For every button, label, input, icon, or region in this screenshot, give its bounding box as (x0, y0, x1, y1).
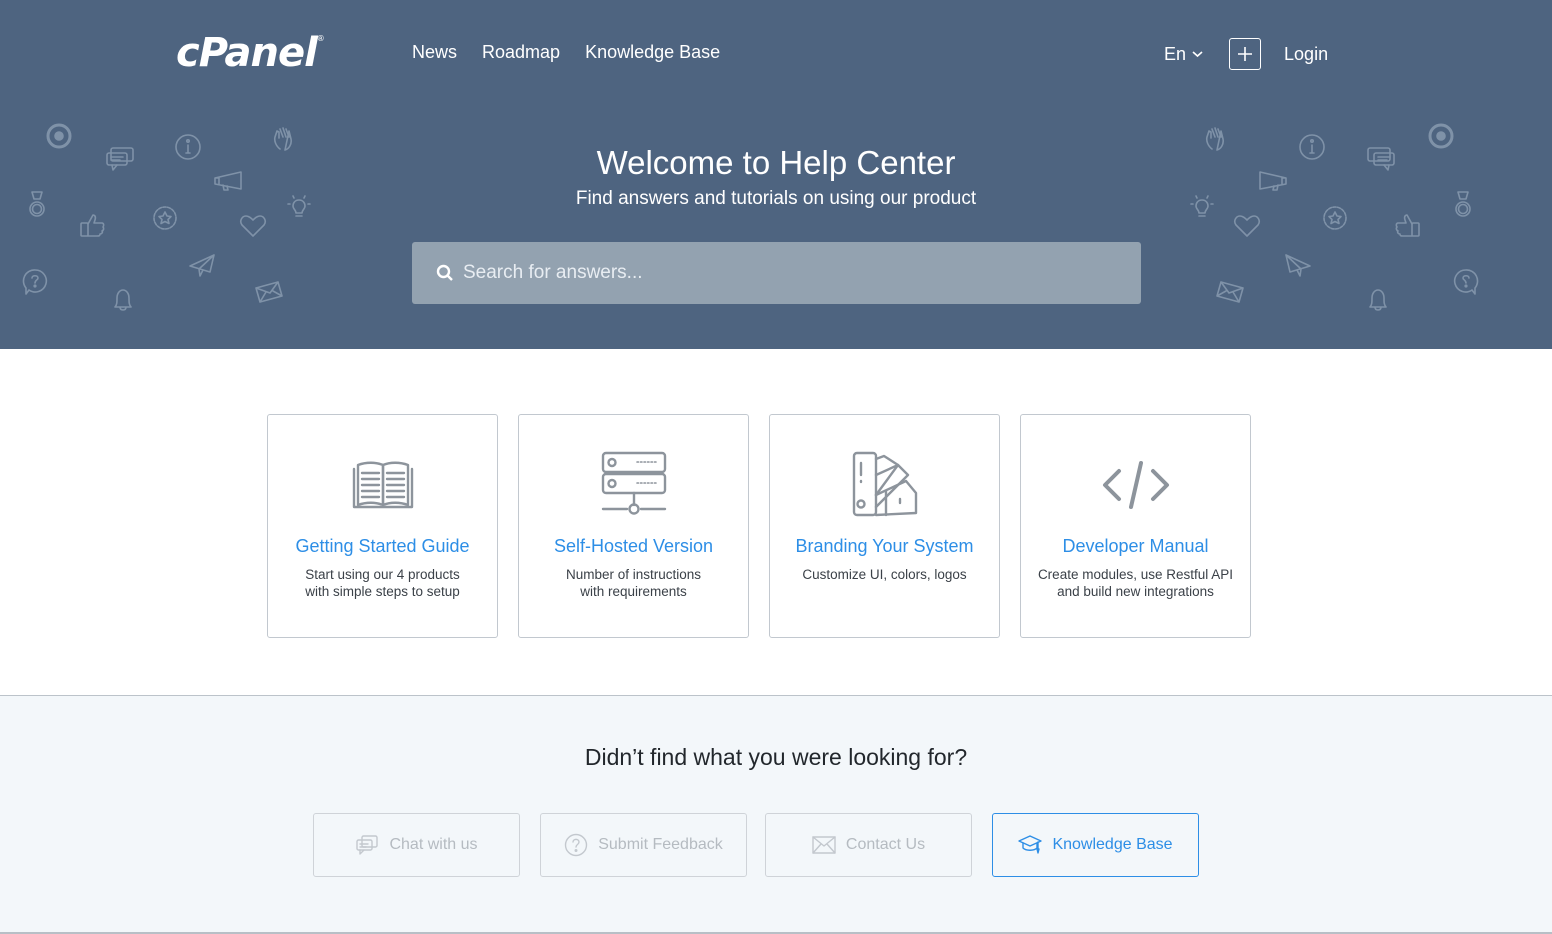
paper-plane-icon (1285, 254, 1311, 277)
question-bubble-icon (22, 269, 48, 295)
card-developer-manual[interactable]: Developer Manual Create modules, use Res… (1020, 414, 1251, 638)
add-button[interactable] (1229, 38, 1262, 70)
plus-icon (1238, 47, 1253, 61)
login-link[interactable]: Login (1284, 44, 1328, 65)
question-circle-icon (565, 833, 588, 857)
server-icon (601, 451, 666, 515)
chevron-down-icon (1192, 51, 1203, 58)
chat-bubbles-icon (356, 835, 379, 855)
card-description: Start using our 4 products with simple st… (305, 567, 460, 599)
contact-us-button[interactable]: Contact Us (765, 813, 972, 877)
card-description: Create modules, use Restful API and build… (1037, 567, 1234, 599)
nav-roadmap[interactable]: Roadmap (482, 42, 560, 63)
graduation-cap-icon (1018, 835, 1043, 854)
code-icon (1102, 461, 1169, 509)
language-selector[interactable]: En (1164, 44, 1203, 65)
card-title: Developer Manual (1062, 536, 1209, 556)
search-bar (412, 242, 1141, 304)
card-description: Number of instructions with requirements (565, 567, 702, 599)
nav-news[interactable]: News (412, 42, 457, 63)
bell-icon (114, 289, 132, 311)
heart-icon (239, 215, 267, 237)
main-nav: News Roadmap Knowledge Base (412, 42, 720, 63)
search-input[interactable] (463, 262, 1141, 284)
account-nav: En Login (1164, 38, 1328, 70)
envelope-icon (255, 281, 283, 303)
open-book-icon (352, 461, 413, 509)
envelope-icon (1216, 281, 1244, 303)
card-title: Getting Started Guide (295, 536, 470, 556)
card-description: Customize UI, colors, logos (802, 567, 967, 582)
page-title: Welcome to Help Center (596, 144, 956, 181)
topic-cards: Getting Started Guide Start using our 4 … (267, 414, 1251, 638)
thumbs-up-icon (80, 214, 105, 237)
submit-feedback-button[interactable]: Submit Feedback (540, 813, 747, 877)
knowledge-base-button[interactable]: Knowledge Base (992, 813, 1199, 877)
card-title: Branding Your System (795, 536, 974, 556)
heart-icon (1233, 215, 1261, 237)
bell-icon (1369, 289, 1387, 311)
search-icon (436, 264, 453, 281)
envelope-icon (812, 836, 836, 854)
color-palette-icon (852, 451, 917, 517)
question-bubble-icon (1453, 269, 1479, 295)
hero-banner: cPanel® News Roadmap Knowledge Base En L… (0, 0, 1552, 349)
paper-plane-icon (189, 254, 215, 277)
thumbs-up-icon (1395, 214, 1420, 237)
card-title: Self-Hosted Version (553, 536, 714, 556)
help-title: Didn’t find what you were looking for? (584, 744, 968, 770)
help-section: Didn’t find what you were looking for? C… (0, 695, 1552, 934)
language-label: En (1164, 43, 1187, 64)
page-subtitle: Find answers and tutorials on using our … (575, 188, 977, 209)
chat-with-us-button[interactable]: Chat with us (313, 813, 520, 877)
card-branding[interactable]: Branding Your System Customize UI, color… (769, 414, 1000, 638)
card-getting-started[interactable]: Getting Started Guide Start using our 4 … (267, 414, 498, 638)
help-actions: Chat with us Submit Feedback Contact Us … (313, 813, 1199, 877)
nav-knowledge-base[interactable]: Knowledge Base (585, 42, 720, 63)
cpanel-logo[interactable]: cPanel® (176, 30, 325, 76)
card-self-hosted[interactable]: Self-Hosted Version Number of instructio… (518, 414, 749, 638)
